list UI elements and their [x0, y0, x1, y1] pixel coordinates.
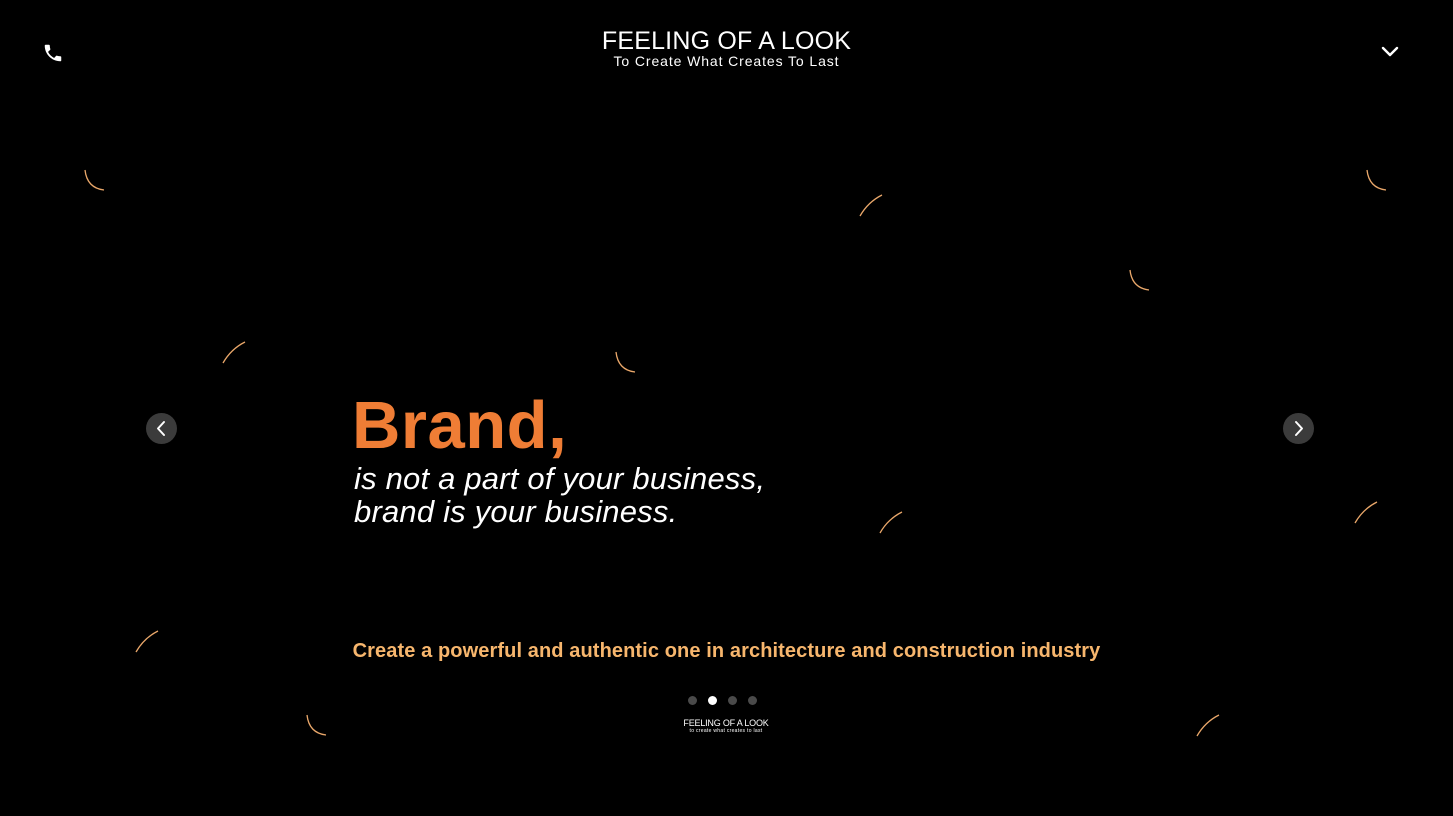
decorative-arc	[222, 341, 246, 364]
slider-dot-4[interactable]	[748, 696, 757, 705]
decorative-arc	[859, 194, 883, 217]
decorative-arc	[615, 351, 636, 373]
phone-button[interactable]	[42, 42, 64, 64]
footer-logo-tagline: to create what creates to last	[689, 728, 763, 734]
slider-dot-2[interactable]	[708, 696, 717, 705]
decorative-arc	[879, 511, 903, 534]
decorative-arc	[1366, 169, 1387, 191]
decorative-arc	[1354, 501, 1378, 524]
chevron-down-icon	[1381, 46, 1399, 57]
logo-title: FEELING OF A LOOK	[601, 27, 852, 55]
slider-dot-3[interactable]	[728, 696, 737, 705]
slide-subline-2: brand is your business.	[354, 494, 678, 529]
decorative-arc	[1129, 269, 1150, 291]
decorative-arc	[84, 169, 105, 191]
phone-icon	[44, 44, 62, 62]
site-logo[interactable]: FEELING OF A LOOK To Create What Creates…	[560, 27, 893, 69]
slider-dot-1[interactable]	[688, 696, 697, 705]
footer-logo: FEELING OF A LOOK to create what creates…	[676, 718, 776, 734]
slider-next-button[interactable]	[1283, 413, 1314, 444]
slide-subline-1: is not a part of your business,	[354, 461, 766, 496]
menu-toggle-button[interactable]	[1378, 42, 1402, 62]
slide-headline: Brand,	[352, 388, 568, 463]
hero-page: FEELING OF A LOOK To Create What Creates…	[0, 0, 1453, 816]
chevron-left-icon	[157, 421, 165, 436]
chevron-right-icon	[1295, 421, 1303, 436]
decorative-arc	[1196, 714, 1220, 737]
slide-subheadline: is not a part of your business, brand is…	[354, 462, 765, 528]
footer-logo-title: FEELING OF A LOOK	[683, 718, 769, 728]
slide-tagline: Create a powerful and authentic one in a…	[352, 640, 1101, 662]
slider-prev-button[interactable]	[146, 413, 177, 444]
decorative-arc	[306, 714, 327, 736]
logo-tagline: To Create What Creates To Last	[613, 53, 840, 69]
slider-pagination	[688, 696, 757, 705]
